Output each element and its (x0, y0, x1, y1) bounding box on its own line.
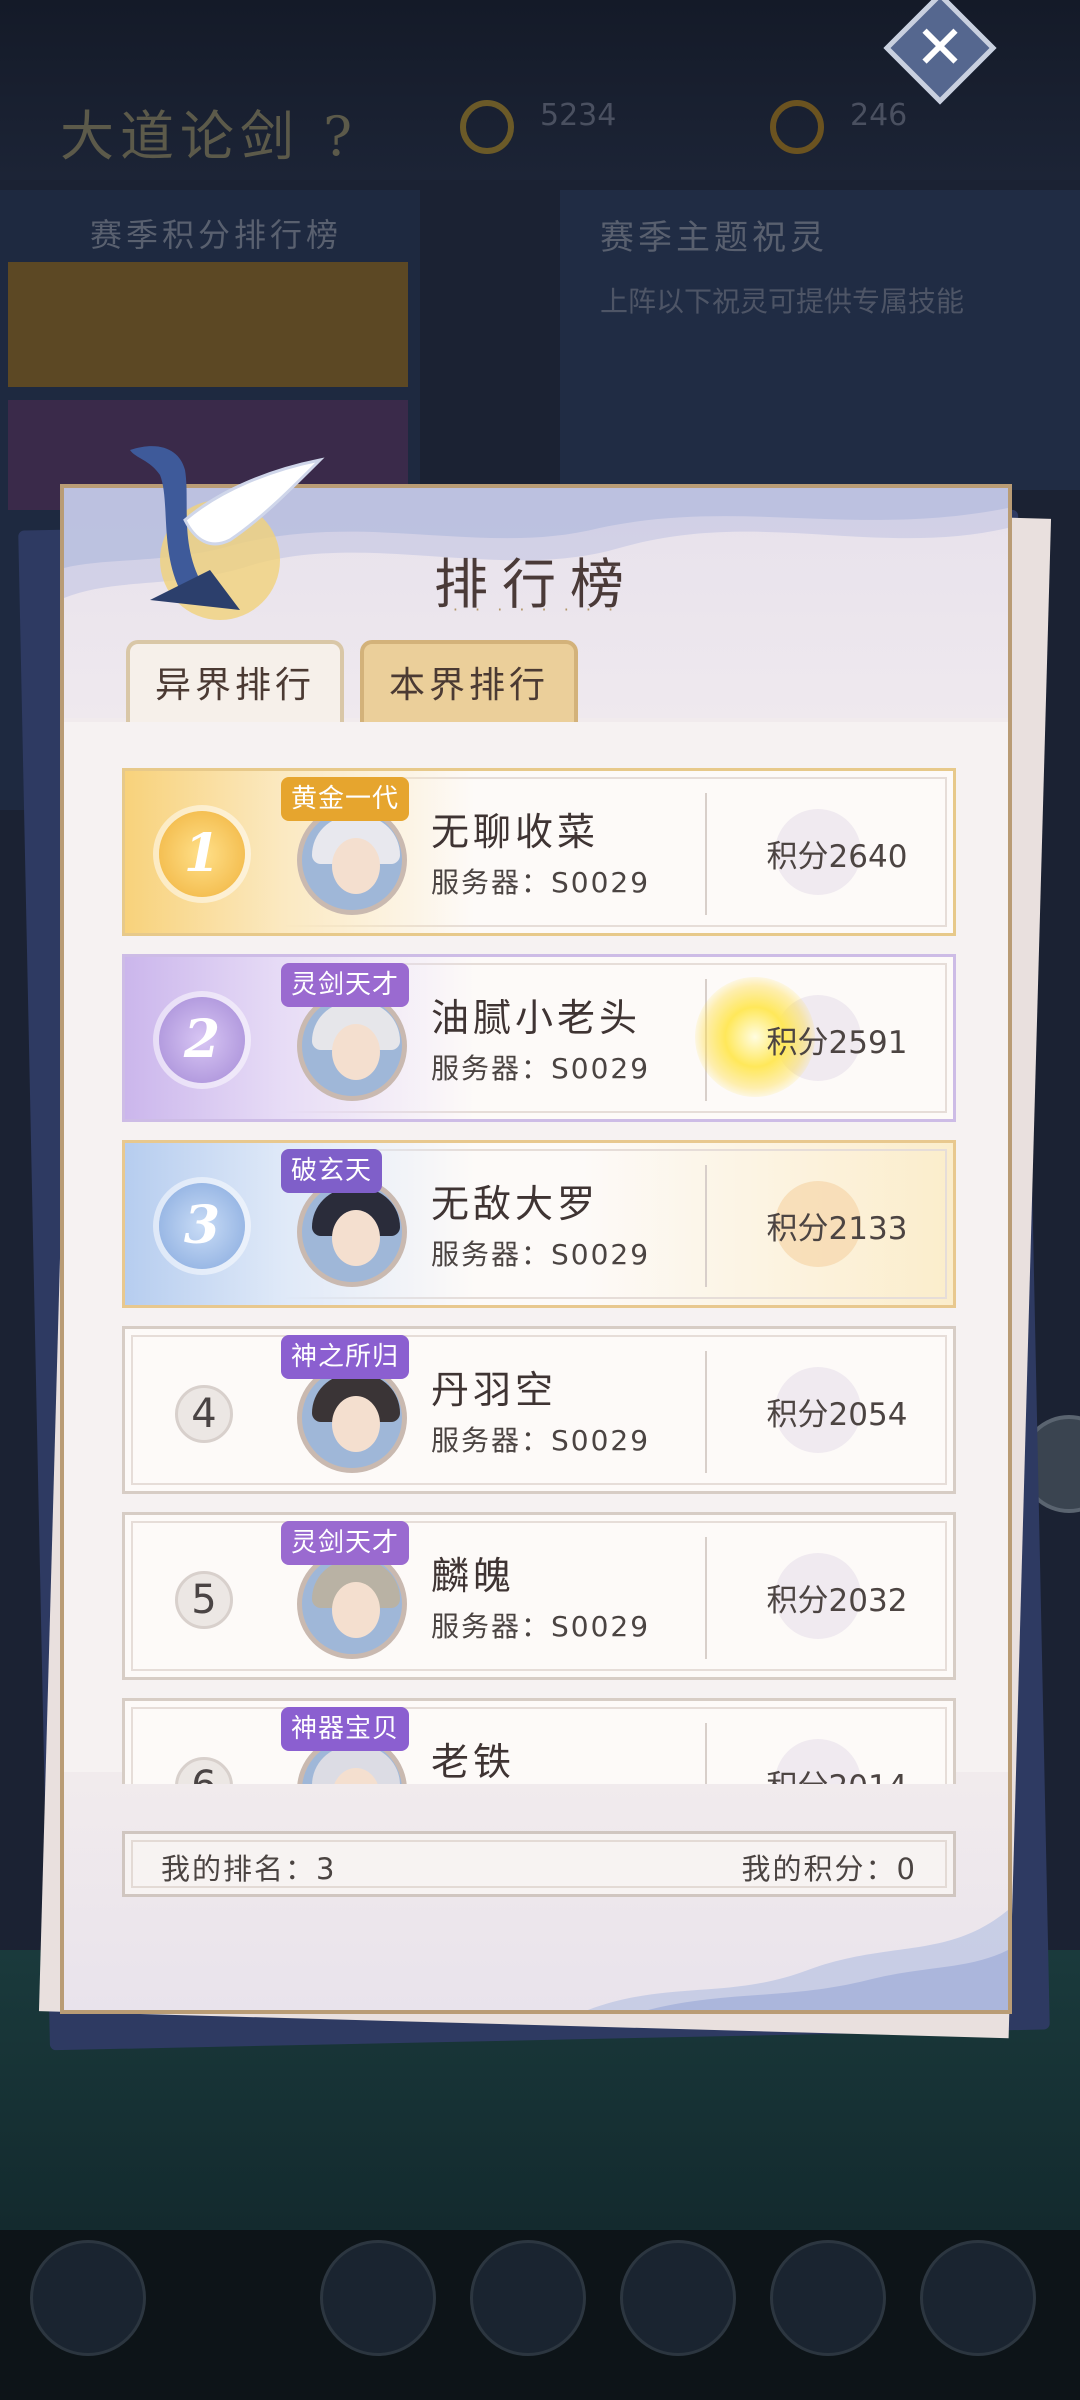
player-avatar[interactable] (297, 1363, 407, 1473)
rank-medal-icon: 2 (159, 997, 245, 1083)
player-avatar[interactable] (297, 991, 407, 1101)
player-score: 积分2640 (766, 839, 908, 875)
ranking-row[interactable]: 2 灵剑天才 油腻小老头服务器：S0029 积分2591 (122, 954, 956, 1122)
player-server: 服务器：S0029 (431, 1610, 651, 1643)
rank-number: 5 (175, 1571, 233, 1629)
ranking-row[interactable]: 6神器宝贝老铁服务器：S0029积分2014 (122, 1698, 956, 1785)
row-divider (705, 1351, 707, 1473)
ranking-row[interactable]: 4 神之所归 丹羽空服务器：S0029 积分2054 (122, 1326, 956, 1494)
player-title-badge: 神之所归 (281, 1335, 410, 1379)
tab-this-realm-ranking[interactable]: 本界排行 (360, 640, 578, 728)
player-score: 积分2133 (766, 1211, 908, 1247)
avatar-face (332, 1024, 380, 1080)
player-title-badge: 破玄天 (281, 1149, 383, 1193)
ranking-row[interactable]: 5 灵剑天才 麟魄服务器：S0029 积分2032 (122, 1512, 956, 1680)
resource-count-1: 5234 (540, 98, 617, 133)
rank-medal-icon: 1 (159, 811, 245, 897)
my-score-text: 我的积分：0 (741, 1852, 917, 1886)
season-theme-subtitle: 上阵以下祝灵可提供专属技能 (600, 285, 965, 318)
player-title-badge: 灵剑天才 (281, 1521, 410, 1565)
player-score: 积分2032 (766, 1583, 908, 1619)
player-avatar[interactable] (297, 1177, 407, 1287)
bg-rank-row (8, 262, 408, 387)
nav-button (320, 2240, 436, 2356)
ranking-row[interactable]: 1 黄金一代 无聊收菜服务器：S0029 积分2640 (122, 768, 956, 936)
player-avatar[interactable] (297, 805, 407, 915)
player-name: 麟魄 (431, 1554, 516, 1598)
player-score: 积分2591 (766, 1025, 908, 1061)
crane-icon (130, 446, 325, 620)
player-server: 服务器：S0029 (431, 1424, 651, 1457)
row-divider (705, 1723, 707, 1785)
season-ranking-header: 赛季积分排行榜 (90, 216, 343, 254)
player-score: 积分2014 (715, 1761, 958, 1785)
player-name: 老铁 (431, 1740, 516, 1784)
game-title: 大道论剑 ? (60, 105, 359, 168)
player-server: 服务器：S0029 (431, 1238, 651, 1271)
player-score: 积分2054 (766, 1397, 908, 1433)
nav-button (620, 2240, 736, 2356)
avatar-face (332, 1582, 380, 1638)
season-theme-title: 赛季主题祝灵 (600, 218, 828, 258)
season-theme-panel: 赛季主题祝灵 上阵以下祝灵可提供专属技能 (560, 190, 1080, 490)
player-title-badge: 灵剑天才 (281, 963, 410, 1007)
player-name: 无聊收菜 (431, 810, 600, 854)
ranking-row[interactable]: 3 破玄天无敌大罗服务器：S0029 积分2133 (122, 1140, 956, 1308)
row-divider (705, 793, 707, 915)
close-x-icon[interactable]: ✕ (900, 8, 980, 88)
nav-button (770, 2240, 886, 2356)
row-divider (705, 1537, 707, 1659)
player-name: 无敌大罗 (431, 1182, 600, 1226)
ranking-list[interactable]: 1 黄金一代 无聊收菜 服务器：S0029 积分2640 2 灵剑天才 油腻小老头 服务器：S0… (122, 768, 958, 1785)
nav-button (920, 2240, 1036, 2356)
player-title-badge: 黄金一代 (281, 777, 410, 821)
coin-icon (460, 100, 514, 154)
leaderboard-modal: 排行榜 · · · · · · · · 异界排行 本界排行 1 黄金一代 无聊收菜服… (60, 446, 1012, 2014)
rank-number: 4 (175, 1385, 233, 1443)
avatar-face (332, 838, 380, 894)
player-name: 丹羽空 (431, 1368, 558, 1412)
back-icon (30, 2240, 146, 2356)
avatar-face (332, 1210, 380, 1266)
player-server: 服务器：S0029 (431, 1052, 651, 1085)
player-name: 油腻小老头 (431, 996, 642, 1040)
resource-count-2: 246 (850, 98, 908, 133)
tab-other-realm-ranking[interactable]: 异界排行 (126, 640, 344, 728)
my-rank-text: 我的排名：3 (161, 1852, 337, 1886)
row-divider (705, 1165, 707, 1287)
cloud-wave-decoration (588, 1910, 1008, 2010)
energy-icon (770, 100, 824, 154)
avatar-face (332, 1396, 380, 1452)
rank-medal-icon: 3 (159, 1183, 245, 1269)
my-ranking-bar: 我的排名：3 我的积分：0 (122, 1831, 956, 1897)
player-title-badge: 神器宝贝 (281, 1707, 410, 1751)
modal-footer (64, 1784, 1008, 2010)
player-server: 服务器：S0029 (431, 866, 651, 899)
player-avatar[interactable] (297, 1549, 407, 1659)
nav-button (470, 2240, 586, 2356)
